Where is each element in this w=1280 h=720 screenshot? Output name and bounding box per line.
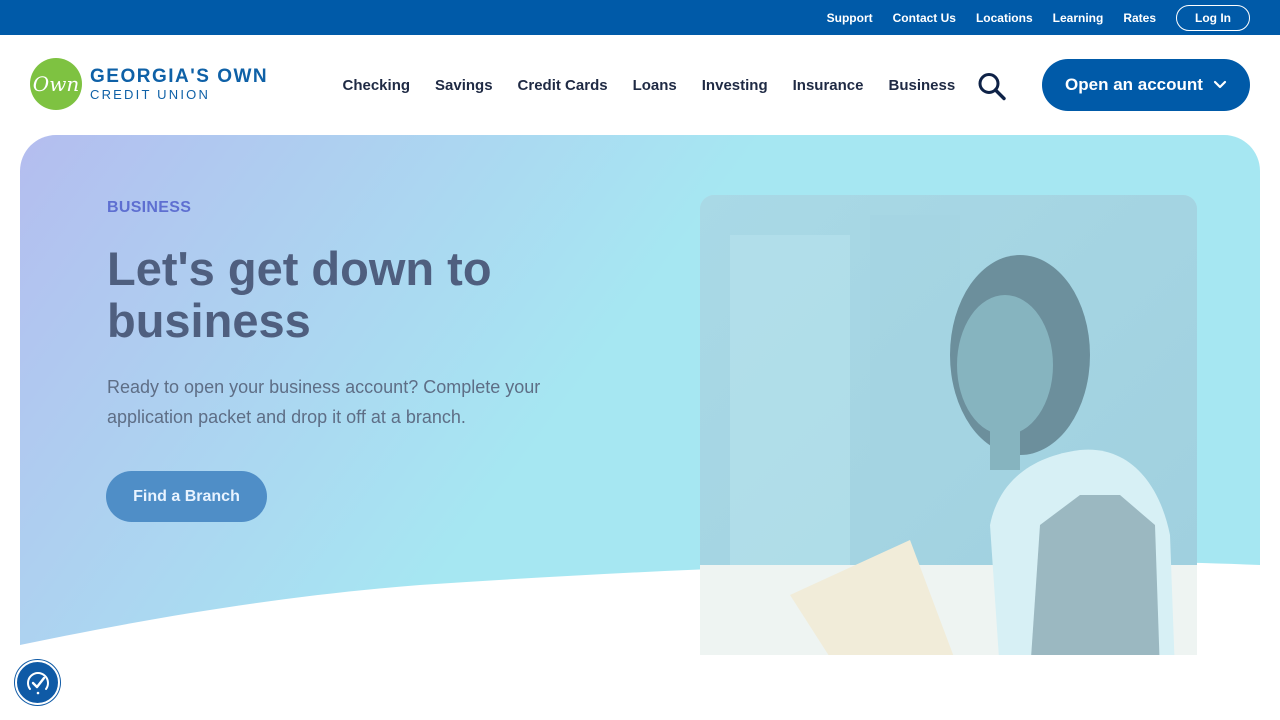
logo-mark-text: Own: [32, 72, 80, 96]
hero-title: Let's get down to business: [107, 242, 492, 347]
nav-item-investing[interactable]: Investing: [702, 77, 768, 94]
open-account-button[interactable]: Open an account: [1042, 59, 1250, 111]
hero-photo-image: [700, 195, 1197, 655]
nav-item-checking[interactable]: Checking: [343, 77, 411, 94]
primary-nav: Checking Savings Credit Cards Loans Inve…: [330, 35, 968, 135]
open-account-label: Open an account: [1065, 75, 1203, 94]
hero-photo: [700, 195, 1197, 655]
nav-item-loans[interactable]: Loans: [633, 77, 677, 94]
logo-wordmark: GEORGIA'S OWN CREDIT UNION: [90, 67, 268, 101]
hero-description: Ready to open your business account? Com…: [107, 377, 541, 427]
utility-link-learning[interactable]: Learning: [1053, 11, 1104, 25]
search-icon[interactable]: [975, 71, 1009, 101]
utility-link-contact-us[interactable]: Contact Us: [893, 11, 956, 25]
login-button[interactable]: Log In: [1176, 4, 1250, 31]
hero: BUSINESS Let's get down to business Read…: [20, 135, 1260, 655]
logo-subtitle: CREDIT UNION: [90, 87, 211, 102]
logo-title: GEORGIA'S OWN: [90, 66, 269, 87]
utility-link-locations[interactable]: Locations: [976, 11, 1033, 25]
chevron-down-icon: [1213, 80, 1227, 89]
nav-item-business[interactable]: Business: [889, 77, 956, 94]
nav-item-insurance[interactable]: Insurance: [793, 77, 864, 94]
utility-bar: Support Contact Us Locations Learning Ra…: [0, 0, 1280, 35]
accessibility-button[interactable]: [15, 660, 60, 705]
main-nav: Own GEORGIA'S OWN CREDIT UNION Checking …: [0, 35, 1280, 135]
logo[interactable]: Own GEORGIA'S OWN CREDIT UNION: [30, 58, 268, 110]
utility-links: Support Contact Us Locations Learning Ra…: [807, 0, 1250, 35]
utility-link-support[interactable]: Support: [827, 11, 873, 25]
hero-eyebrow: BUSINESS: [107, 199, 192, 216]
utility-link-rates[interactable]: Rates: [1123, 11, 1156, 25]
find-branch-button[interactable]: Find a Branch: [106, 471, 267, 522]
logo-mark: Own: [30, 58, 82, 110]
accessibility-icon: [26, 671, 49, 694]
nav-item-savings[interactable]: Savings: [435, 77, 493, 94]
nav-item-credit-cards[interactable]: Credit Cards: [518, 77, 608, 94]
